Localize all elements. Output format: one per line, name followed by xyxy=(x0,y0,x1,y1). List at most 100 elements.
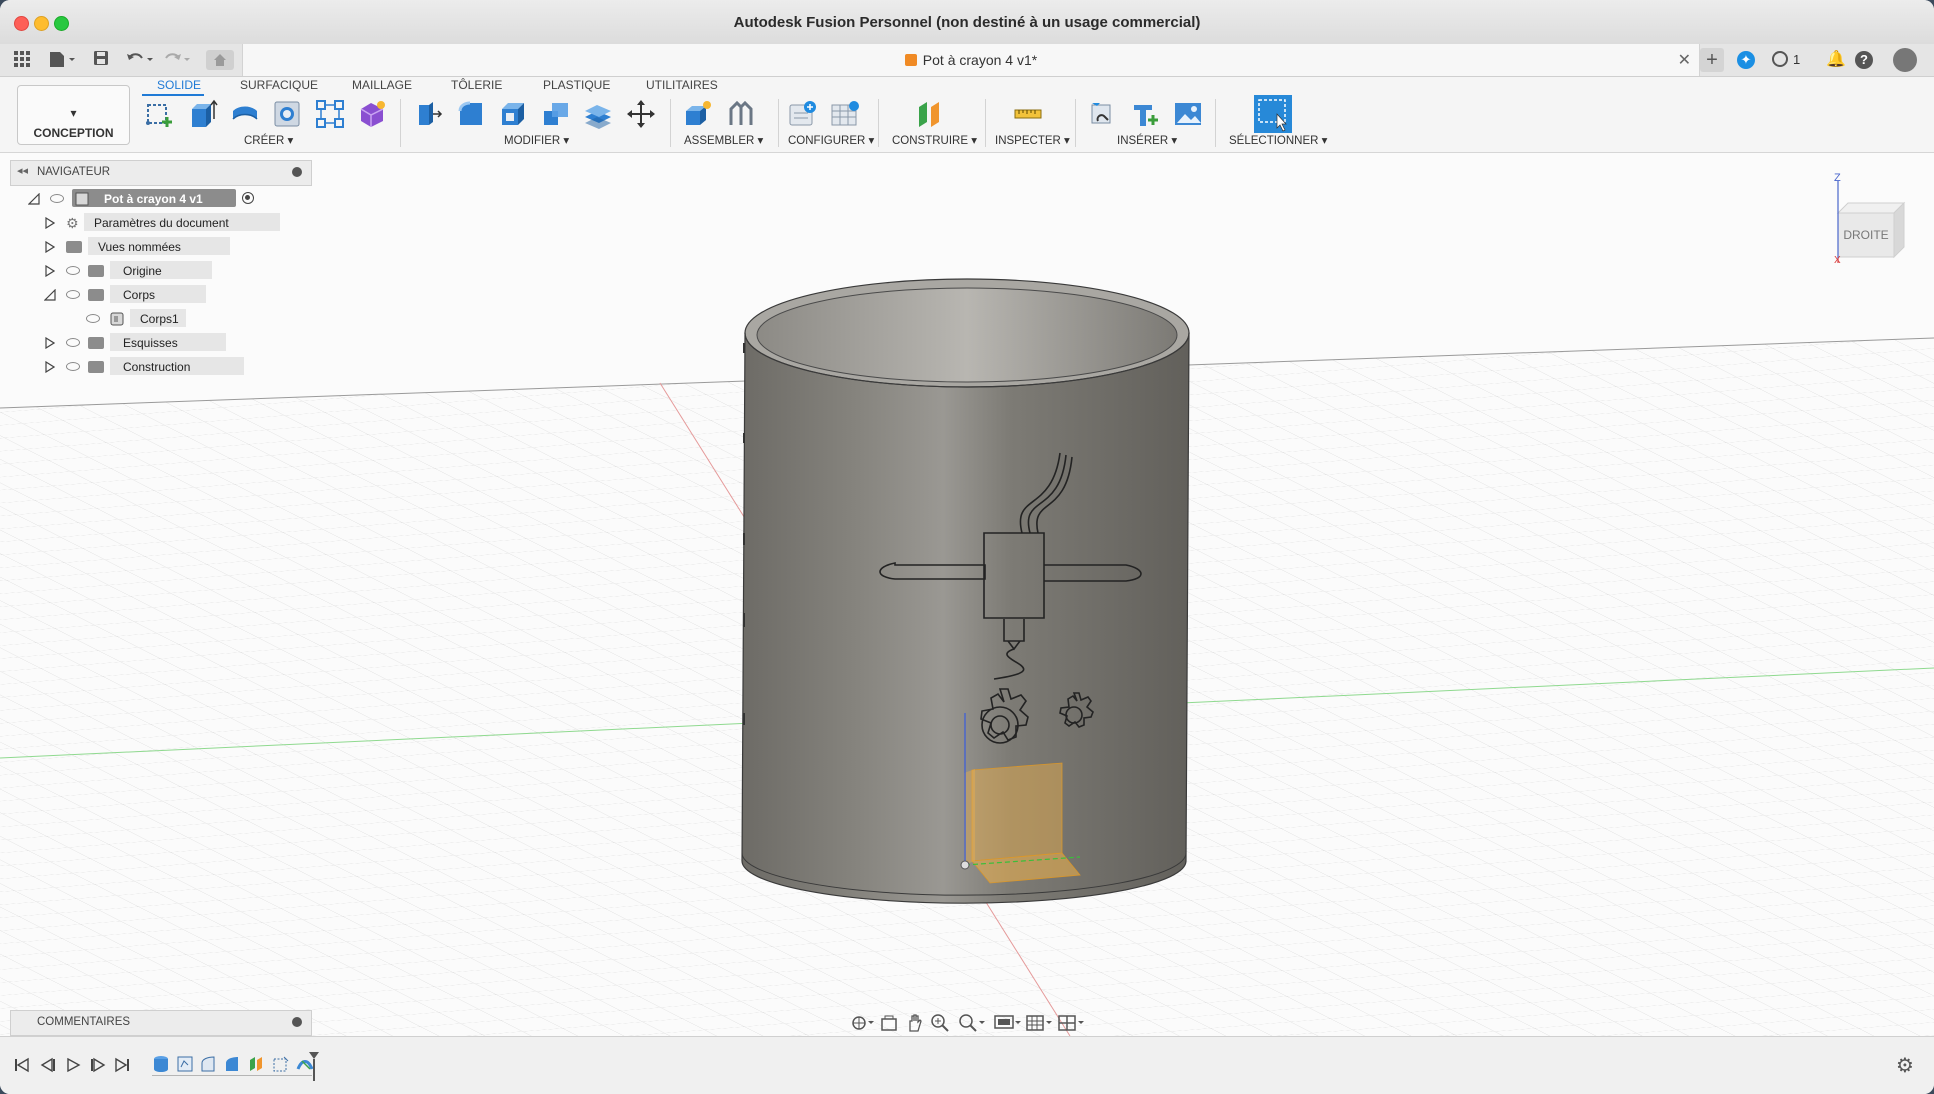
expanded-triangle-icon[interactable] xyxy=(28,193,40,205)
timeline-feature-emboss-icon[interactable] xyxy=(224,1055,242,1073)
measure-icon[interactable] xyxy=(1013,99,1043,129)
timeline-previous-icon[interactable] xyxy=(40,1057,56,1073)
joint-icon[interactable] xyxy=(726,99,756,129)
activate-component-icon[interactable] xyxy=(242,192,254,204)
collapse-panel-icon[interactable]: ◂◂ xyxy=(17,164,28,177)
offset-face-icon[interactable] xyxy=(583,99,613,129)
insert-canvas-icon[interactable] xyxy=(1173,99,1203,129)
new-tab-button[interactable]: + xyxy=(1700,48,1724,72)
group-configurer[interactable]: CONFIGURER ▾ xyxy=(788,133,874,147)
home-icon[interactable] xyxy=(206,50,234,70)
orbit-icon[interactable] xyxy=(850,1013,874,1033)
group-modifier[interactable]: MODIFIER ▾ xyxy=(504,133,569,147)
timeline-feature-body-icon[interactable] xyxy=(152,1055,170,1073)
visibility-eye-icon[interactable] xyxy=(50,194,64,203)
tab-plastique[interactable]: PLASTIQUE xyxy=(543,78,610,92)
workspace-switcher[interactable]: CONCEPTION ▾ xyxy=(17,85,130,145)
configure-design-icon[interactable] xyxy=(788,99,818,129)
select-icon[interactable] xyxy=(1253,94,1293,134)
navigator-panel-header[interactable]: ◂◂ NAVIGATEUR xyxy=(10,160,312,186)
offset-plane-icon[interactable] xyxy=(915,99,945,129)
display-settings-icon[interactable] xyxy=(994,1013,1022,1033)
redo-icon[interactable] xyxy=(162,50,192,70)
file-menu-icon[interactable] xyxy=(47,50,77,70)
save-icon[interactable] xyxy=(92,50,110,70)
extensions-icon[interactable]: ✦ xyxy=(1737,51,1755,69)
job-status-icon[interactable] xyxy=(1772,51,1788,67)
timeline-feature-extrude-icon[interactable] xyxy=(200,1055,218,1073)
shell-icon[interactable] xyxy=(498,99,528,129)
avatar[interactable] xyxy=(1893,48,1917,72)
3d-scene[interactable] xyxy=(0,153,1934,1036)
timeline-play-icon[interactable] xyxy=(65,1057,81,1073)
create-sketch-icon[interactable] xyxy=(145,99,175,129)
look-at-icon[interactable] xyxy=(880,1013,898,1033)
timeline-next-icon[interactable] xyxy=(90,1057,106,1073)
fillet-icon[interactable] xyxy=(456,99,486,129)
collapsed-triangle-icon[interactable] xyxy=(45,361,55,373)
group-selectionner[interactable]: SÉLECTIONNER ▾ xyxy=(1229,133,1327,147)
group-creer[interactable]: CRÉER ▾ xyxy=(244,133,293,147)
data-panel-grid-icon[interactable] xyxy=(12,50,32,70)
group-inserer[interactable]: INSÉRER ▾ xyxy=(1117,133,1177,147)
tree-item-origine[interactable]: Origine xyxy=(44,261,244,281)
timeline-feature-sketch2-icon[interactable] xyxy=(272,1055,290,1073)
revolve-icon[interactable] xyxy=(230,99,260,129)
tree-item-esquisses[interactable]: Esquisses xyxy=(44,333,244,353)
combine-icon[interactable] xyxy=(541,99,571,129)
insert-mcmaster-icon[interactable] xyxy=(1131,99,1161,129)
visibility-eye-icon[interactable] xyxy=(66,362,80,371)
tab-solide[interactable]: SOLIDE xyxy=(157,78,201,92)
configuration-table-icon[interactable] xyxy=(830,99,860,129)
document-tab[interactable]: Pot à crayon 4 v1* ✕ xyxy=(242,44,1700,76)
group-inspecter[interactable]: INSPECTER ▾ xyxy=(995,133,1070,147)
viewcube[interactable]: DROITE Z X xyxy=(1834,173,1914,263)
create-form-icon[interactable] xyxy=(357,99,387,129)
tree-item-corps[interactable]: Corps xyxy=(44,285,244,305)
tree-item-parametres[interactable]: ⚙ Paramètres du document xyxy=(44,213,280,233)
timeline-end-icon[interactable] xyxy=(114,1057,130,1073)
timeline-feature-plane-icon[interactable] xyxy=(248,1055,266,1073)
minimize-panel-icon[interactable] xyxy=(292,167,302,177)
close-tab-icon[interactable]: ✕ xyxy=(1678,50,1691,70)
timeline-marker[interactable] xyxy=(308,1051,320,1081)
tab-tolerie[interactable]: TÔLERIE xyxy=(451,78,502,92)
insert-derive-icon[interactable] xyxy=(1088,99,1118,129)
timeline-start-icon[interactable] xyxy=(14,1057,30,1073)
collapsed-triangle-icon[interactable] xyxy=(45,241,55,253)
visibility-eye-icon[interactable] xyxy=(66,290,80,299)
collapsed-triangle-icon[interactable] xyxy=(45,337,55,349)
gear-icon[interactable]: ⚙ xyxy=(1896,1053,1914,1078)
tab-surfacique[interactable]: SURFACIQUE xyxy=(240,78,318,92)
visibility-eye-icon[interactable] xyxy=(66,338,80,347)
hole-icon[interactable] xyxy=(272,99,302,129)
viewports-icon[interactable] xyxy=(1058,1013,1086,1033)
new-component-icon[interactable] xyxy=(683,99,713,129)
zoom-icon[interactable] xyxy=(930,1013,950,1033)
expanded-triangle-icon[interactable] xyxy=(44,289,56,301)
add-comment-icon[interactable] xyxy=(292,1017,302,1027)
tree-item-corps1[interactable]: Corps1 xyxy=(82,309,202,329)
tree-root[interactable]: Pot à crayon 4 v1 xyxy=(24,189,254,209)
fit-zoom-icon[interactable] xyxy=(958,1013,986,1033)
visibility-eye-icon[interactable] xyxy=(66,266,80,275)
canvas-viewport[interactable]: ◂◂ NAVIGATEUR Pot à crayon 4 v1 ⚙ Paramè… xyxy=(0,153,1934,1036)
grid-settings-icon[interactable] xyxy=(1026,1013,1054,1033)
notifications-icon[interactable]: 🔔 xyxy=(1826,49,1846,69)
group-construire[interactable]: CONSTRUIRE ▾ xyxy=(892,133,977,147)
tab-maillage[interactable]: MAILLAGE xyxy=(352,78,412,92)
visibility-eye-icon[interactable] xyxy=(86,314,100,323)
tree-item-vues-nommees[interactable]: Vues nommées xyxy=(44,237,244,257)
collapsed-triangle-icon[interactable] xyxy=(45,217,55,229)
comments-panel-header[interactable]: COMMENTAIRES xyxy=(10,1010,312,1036)
collapsed-triangle-icon[interactable] xyxy=(45,265,55,277)
group-assembler[interactable]: ASSEMBLER ▾ xyxy=(684,133,763,147)
extrude-icon[interactable] xyxy=(188,99,218,129)
press-pull-icon[interactable] xyxy=(413,99,443,129)
timeline-feature-sketch-icon[interactable] xyxy=(176,1055,194,1073)
undo-icon[interactable] xyxy=(125,50,155,70)
help-icon[interactable]: ? xyxy=(1855,51,1873,69)
pattern-icon[interactable] xyxy=(315,99,345,129)
move-copy-icon[interactable] xyxy=(626,99,656,129)
tree-item-construction[interactable]: Construction xyxy=(44,357,244,377)
